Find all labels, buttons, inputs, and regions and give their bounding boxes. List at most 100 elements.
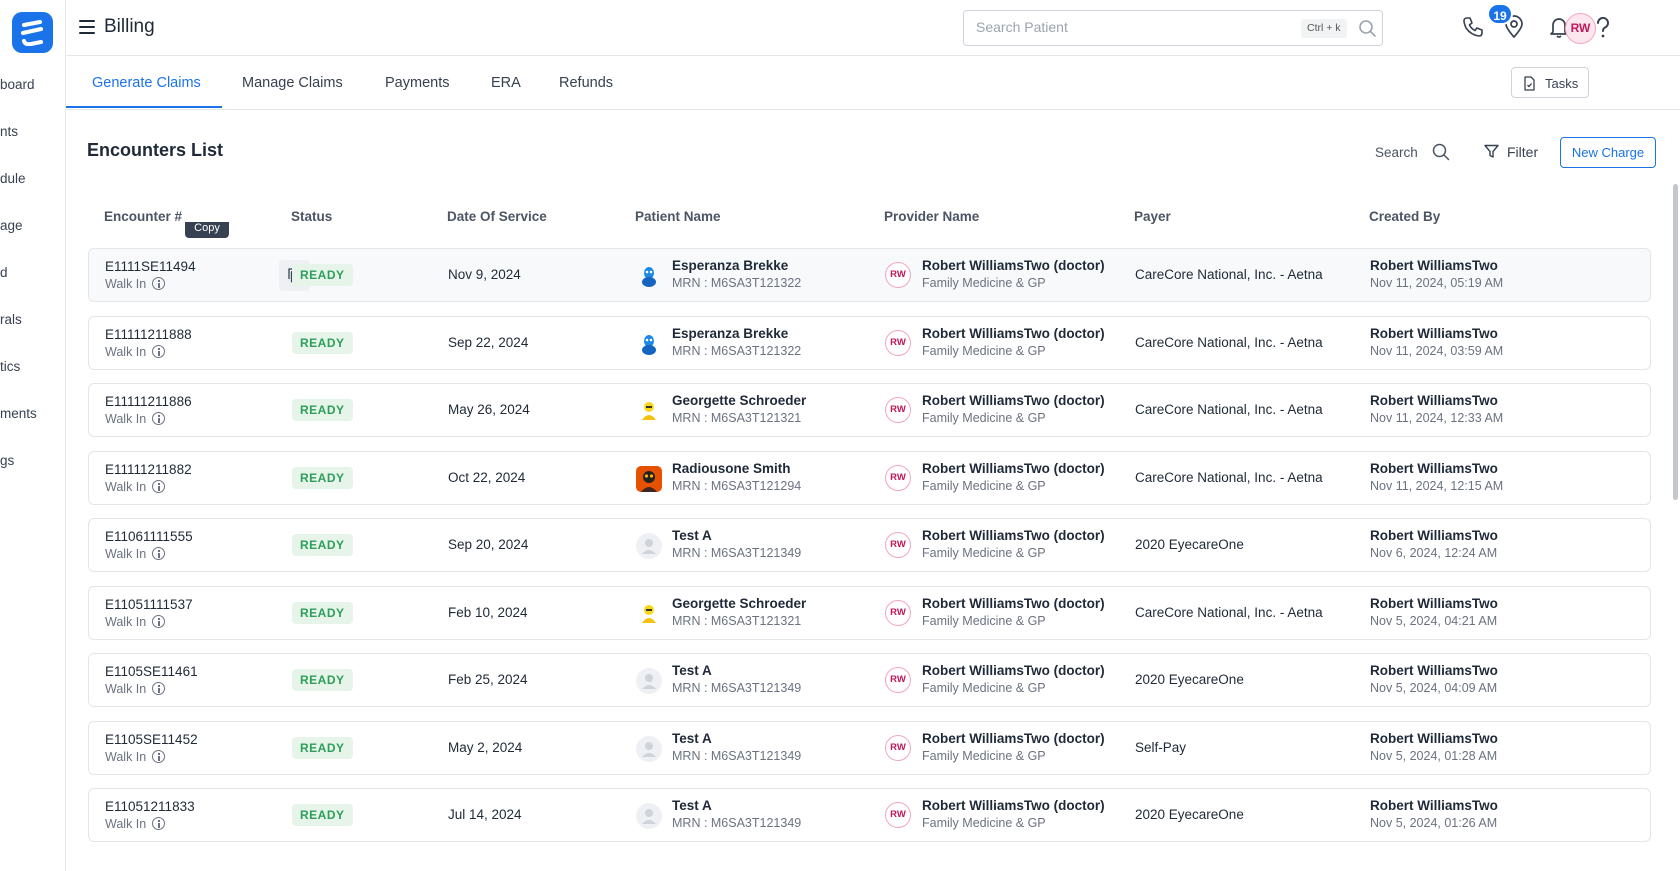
patient-avatar — [636, 331, 662, 357]
patient-avatar — [636, 736, 662, 762]
payer-name: CareCore National, Inc. - Aetna — [1135, 605, 1323, 620]
info-icon[interactable] — [152, 750, 166, 763]
tasks-button[interactable]: Tasks — [1511, 67, 1589, 98]
column-header-date-of-service[interactable]: Date Of Service — [447, 209, 547, 224]
sidebar-item-schedule[interactable]: dule — [0, 171, 26, 186]
encounter-type-label: Walk In — [105, 412, 147, 426]
patient-avatar — [636, 466, 662, 492]
scrollbar-thumb[interactable] — [1673, 184, 1678, 500]
hamburger-menu-icon[interactable] — [79, 20, 95, 34]
patient-name[interactable]: Test A — [672, 528, 712, 543]
user-avatar[interactable]: RW — [1565, 13, 1596, 44]
created-by-name: Robert WilliamsTwo — [1370, 326, 1498, 341]
sidebar-item-patients[interactable]: nts — [0, 124, 18, 139]
info-icon[interactable] — [152, 547, 166, 560]
info-icon[interactable] — [152, 682, 166, 695]
encounter-id[interactable]: E11051211833 — [105, 799, 195, 814]
help-icon[interactable] — [1596, 17, 1610, 39]
column-header-created-by[interactable]: Created By — [1369, 209, 1440, 224]
column-header-encounter[interactable]: Encounter # — [104, 209, 182, 224]
patient-avatar — [636, 601, 662, 627]
column-header-provider-name[interactable]: Provider Name — [884, 209, 979, 224]
table-row[interactable]: E11061111555 Walk In READY Sep 20, 2024 Test… — [88, 518, 1651, 572]
encounter-type: Walk In — [105, 750, 166, 764]
patient-avatar — [636, 803, 662, 829]
sidebar-item-analytics[interactable]: tics — [0, 359, 20, 374]
encounter-id[interactable]: E11061111555 — [105, 529, 193, 544]
patient-avatar — [636, 263, 662, 289]
table-row[interactable]: E11111211888 Walk In READY Sep 22, 2024 Espe… — [88, 316, 1651, 370]
encounter-id[interactable]: E11111211882 — [105, 462, 192, 477]
patient-name[interactable]: Test A — [672, 731, 712, 746]
sidebar-item-dashboard[interactable]: board — [0, 77, 35, 92]
encounter-id[interactable]: E1111SE11494 — [105, 259, 196, 274]
table-row[interactable]: E11111211886 Walk In READY May 26, 2024 Geor… — [88, 383, 1651, 437]
encounter-type-label: Walk In — [105, 817, 147, 831]
sidebar-item-documents[interactable]: ments — [0, 406, 37, 421]
sidebar: board nts dule age d rals tics ments gs — [0, 0, 66, 871]
sidebar-item-d[interactable]: d — [0, 265, 8, 280]
sidebar-item-referrals[interactable]: rals — [0, 312, 22, 327]
table-row[interactable]: E1105SE11452 Walk In READY May 2, 2024 Test … — [88, 721, 1651, 775]
payer-name: 2020 EyecareOne — [1135, 537, 1244, 552]
encounter-id[interactable]: E11051111537 — [105, 597, 193, 612]
encounter-id[interactable]: E11111211886 — [105, 394, 192, 409]
provider-avatar: RW — [885, 262, 911, 288]
phone-icon[interactable] — [1462, 16, 1484, 38]
patient-name[interactable]: Radiousone Smith — [672, 461, 791, 476]
created-at: Nov 5, 2024, 04:09 AM — [1370, 681, 1498, 695]
encounter-type: Walk In — [105, 615, 166, 629]
table-row[interactable]: E11051111537 Walk In READY Feb 10, 2024 Geor… — [88, 586, 1651, 640]
search-icon[interactable] — [1358, 19, 1377, 38]
tab-payments[interactable]: Payments — [385, 75, 449, 91]
tab-generate-claims[interactable]: Generate Claims — [92, 75, 201, 91]
encounter-id[interactable]: E11111211888 — [105, 327, 192, 342]
sidebar-item-settings[interactable]: gs — [0, 453, 14, 468]
patient-search-input[interactable] — [976, 19, 1276, 35]
patient-name[interactable]: Georgette Schroeder — [672, 596, 806, 611]
created-at: Nov 11, 2024, 12:33 AM — [1370, 411, 1504, 425]
patient-mrn: MRN : M6SA3T121322 — [672, 344, 802, 358]
provider-name: Robert WilliamsTwo (doctor) — [922, 663, 1105, 678]
table-row[interactable]: E11051211833 Walk In READY Jul 14, 2024 Test… — [88, 788, 1651, 842]
provider-name: Robert WilliamsTwo (doctor) — [922, 258, 1105, 273]
encounter-id[interactable]: E1105SE11452 — [105, 732, 198, 747]
info-icon[interactable] — [152, 817, 166, 830]
provider-name: Robert WilliamsTwo (doctor) — [922, 731, 1105, 746]
patient-mrn: MRN : M6SA3T121349 — [672, 816, 802, 830]
list-search-button[interactable]: Search — [1375, 143, 1450, 161]
provider-specialty: Family Medicine & GP — [922, 749, 1046, 763]
patient-name[interactable]: Test A — [672, 663, 712, 678]
column-header-payer[interactable]: Payer — [1134, 209, 1171, 224]
new-charge-button[interactable]: New Charge — [1560, 137, 1656, 168]
patient-mrn: MRN : M6SA3T121321 — [672, 411, 802, 425]
patient-avatar — [636, 398, 662, 424]
created-by-name: Robert WilliamsTwo — [1370, 258, 1498, 273]
patient-search-box[interactable]: Ctrl + k — [963, 10, 1383, 46]
sidebar-item-message[interactable]: age — [0, 218, 23, 233]
app-logo[interactable] — [12, 12, 53, 53]
patient-name[interactable]: Esperanza Brekke — [672, 326, 788, 341]
table-row[interactable]: E1111SE11494 Walk In READY Nov 9, 2024 Esper… — [88, 248, 1651, 302]
info-icon[interactable] — [152, 277, 166, 290]
info-icon[interactable] — [152, 615, 166, 628]
patient-name[interactable]: Georgette Schroeder — [672, 393, 806, 408]
tab-era[interactable]: ERA — [491, 75, 521, 91]
table-row[interactable]: E11111211882 Walk In READY Oct 22, 2024 Radi… — [88, 451, 1651, 505]
tab-refunds[interactable]: Refunds — [559, 75, 613, 91]
page-title: Billing — [104, 16, 155, 37]
column-header-status[interactable]: Status — [291, 209, 332, 224]
info-icon[interactable] — [152, 345, 166, 358]
date-of-service: Sep 22, 2024 — [448, 335, 529, 350]
tab-manage-claims[interactable]: Manage Claims — [242, 75, 343, 91]
provider-name: Robert WilliamsTwo (doctor) — [922, 326, 1105, 341]
created-at: Nov 5, 2024, 01:26 AM — [1370, 816, 1498, 830]
patient-name[interactable]: Test A — [672, 798, 712, 813]
patient-name[interactable]: Esperanza Brekke — [672, 258, 788, 273]
table-row[interactable]: E1105SE11461 Walk In READY Feb 25, 2024 Test… — [88, 653, 1651, 707]
column-header-patient-name[interactable]: Patient Name — [635, 209, 721, 224]
info-icon[interactable] — [152, 412, 166, 425]
patient-mrn: MRN : M6SA3T121321 — [672, 614, 802, 628]
encounter-id[interactable]: E1105SE11461 — [105, 664, 198, 679]
info-icon[interactable] — [152, 480, 166, 493]
